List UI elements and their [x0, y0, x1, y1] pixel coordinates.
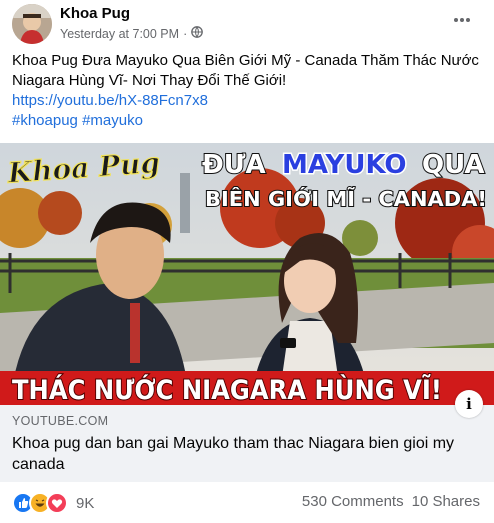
more-options-icon[interactable]: [448, 10, 476, 30]
post-link[interactable]: https://youtu.be/hX-88Fcn7x8: [12, 91, 484, 111]
link-preview[interactable]: YOUTUBE.COM Khoa pug dan ban gai Mayuko …: [0, 405, 494, 482]
thumbnail-bottom-banner: THÁC NƯỚC NIAGARA HÙNG VĨ!: [12, 374, 442, 405]
link-title[interactable]: Khoa pug dan ban gai Mayuko tham thac Ni…: [12, 433, 472, 475]
post-hashtags[interactable]: #khoapug #mayuko: [12, 111, 484, 131]
info-icon[interactable]: i: [455, 390, 483, 418]
link-domain: YOUTUBE.COM: [12, 414, 109, 428]
post-meta: Yesterday at 7:00 PM ·: [60, 26, 204, 41]
thumbnail-headline-word1: ĐƯA: [202, 150, 266, 180]
thumbnail-headline-line2: BIÊN GIỚI MĨ - CANADA!: [205, 187, 487, 211]
facebook-post: Khoa Pug Yesterday at 7:00 PM · Khoa Pug…: [0, 0, 494, 523]
meta-separator: ·: [183, 26, 188, 41]
shares-count[interactable]: 10 Shares: [412, 493, 480, 510]
reactions-summary[interactable]: 9K: [12, 492, 94, 514]
globe-icon: [191, 26, 204, 41]
post-text: Khoa Pug Đưa Mayuko Qua Biên Giới Mỹ - C…: [12, 51, 484, 131]
comments-count[interactable]: 530 Comments: [302, 493, 404, 510]
post-text-line1: Khoa Pug Đưa Mayuko Qua Biên Giới Mỹ - C…: [12, 52, 479, 69]
post-text-line2: Niagara Hùng Vĩ- Nơi Thay Đổi Thế Giới!: [12, 72, 287, 89]
engagement-stats: 530 Comments 10 Shares: [302, 493, 480, 510]
thumbnail-headline-word2: QUA: [422, 150, 485, 180]
reaction-count: 9K: [76, 494, 95, 512]
video-thumbnail[interactable]: Khoa Pug ĐƯA MAYUKO QUA BIÊN GIỚI MĨ - C…: [0, 143, 494, 405]
avatar[interactable]: [12, 4, 52, 44]
author-name[interactable]: Khoa Pug: [60, 5, 130, 22]
love-icon: [46, 492, 68, 514]
thumbnail-headline-name: MAYUKO: [282, 150, 407, 180]
timestamp[interactable]: Yesterday at 7:00 PM: [60, 27, 179, 41]
